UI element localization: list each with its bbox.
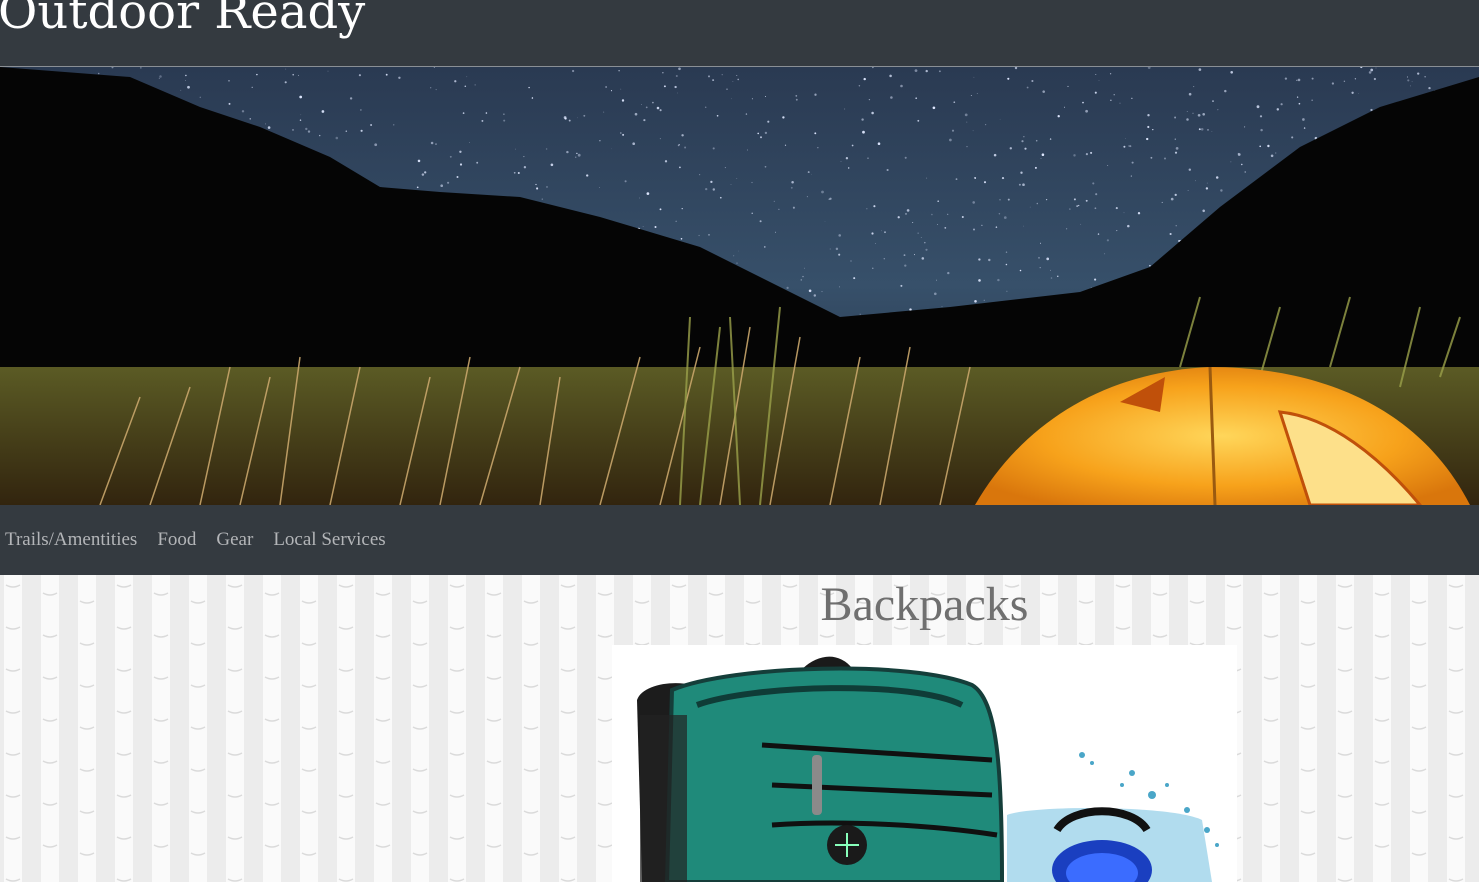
backpack-illustration xyxy=(637,656,1219,882)
nav-link-local-services[interactable]: Local Services xyxy=(273,529,385,550)
nav-list: Trails/Amentities Food Gear Local Servic… xyxy=(5,529,386,551)
hero-image-night-camp xyxy=(0,67,1479,505)
nav-link-trails[interactable]: Trails/Amentities xyxy=(5,529,137,550)
nav-link-gear[interactable]: Gear xyxy=(216,529,253,550)
backpack-product-image[interactable] xyxy=(612,645,1237,882)
site-title[interactable]: Outdoor Ready xyxy=(0,0,365,40)
nav-link-food[interactable]: Food xyxy=(157,529,196,550)
nav-item-food: Food xyxy=(157,529,196,551)
nav-item-local-services: Local Services xyxy=(273,529,385,551)
main-nav: Trails/Amentities Food Gear Local Servic… xyxy=(0,505,1479,575)
nav-item-gear: Gear xyxy=(216,529,253,551)
site-header: Outdoor Ready xyxy=(0,0,1479,67)
section-title-backpacks: Backpacks xyxy=(820,578,1029,631)
hero-banner xyxy=(0,67,1479,505)
nav-item-trails: Trails/Amentities xyxy=(5,529,137,551)
main-content: Backpacks xyxy=(0,575,1479,882)
